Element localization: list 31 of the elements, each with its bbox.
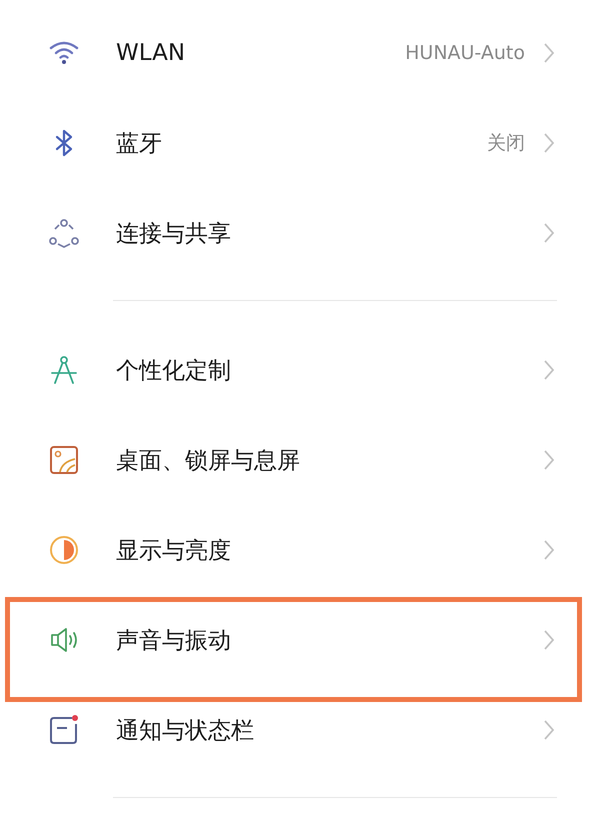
chevron-icon (543, 719, 555, 741)
item-label: 蓝牙 (116, 130, 163, 158)
wallpaper-icon (48, 444, 80, 476)
item-label: 桌面、锁屏与息屏 (116, 446, 301, 476)
item-value: 关闭 (487, 131, 525, 156)
compass-icon (48, 354, 80, 386)
chevron-icon (543, 222, 555, 244)
notification-icon (48, 714, 80, 746)
brightness-icon (48, 534, 80, 566)
settings-item[interactable]: 个性化定制 (0, 325, 591, 415)
item-label: WLAN (116, 40, 186, 66)
chevron-icon (543, 42, 555, 64)
item-label: 显示与亮度 (116, 536, 232, 566)
chevron-icon (543, 449, 555, 471)
settings-item[interactable]: 连接与共享 (0, 188, 591, 278)
settings-item[interactable]: WLAN HUNAU-Auto (0, 8, 591, 98)
settings-item[interactable]: 通知与状态栏 (0, 685, 591, 775)
chevron-icon (543, 629, 555, 651)
item-label: 声音与振动 (116, 626, 232, 656)
item-label: 连接与共享 (116, 220, 232, 248)
chevron-icon (543, 359, 555, 381)
chevron-icon (543, 132, 555, 154)
settings-item[interactable]: 声音与振动 (0, 595, 591, 685)
item-label: 个性化定制 (116, 356, 232, 386)
share-nodes-icon (48, 217, 80, 249)
chevron-icon (543, 539, 555, 561)
settings-item[interactable]: 桌面、锁屏与息屏 (0, 415, 591, 505)
settings-item[interactable]: 蓝牙 关闭 (0, 98, 591, 188)
item-label: 通知与状态栏 (116, 716, 255, 746)
settings-item[interactable]: 显示与亮度 (0, 505, 591, 595)
item-value: HUNAU-Auto (405, 42, 525, 64)
